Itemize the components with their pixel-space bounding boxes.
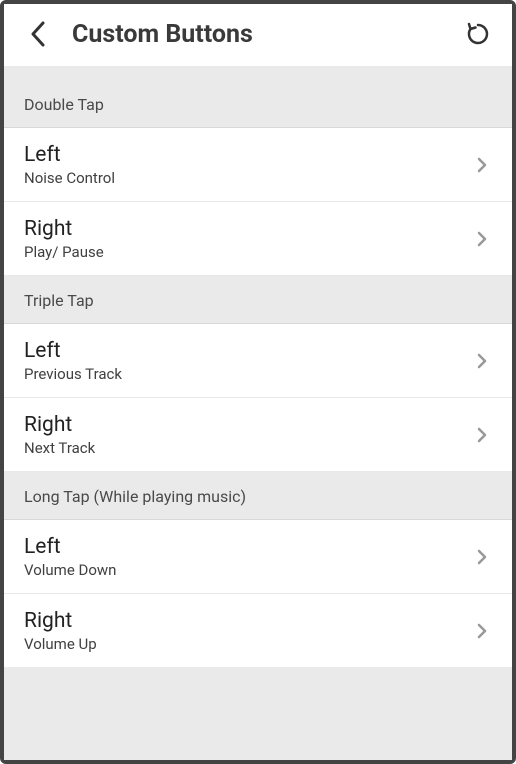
back-button[interactable]: [22, 18, 54, 50]
chevron-right-icon: [472, 547, 492, 567]
item-text: Right Play/ Pause: [24, 217, 472, 261]
item-long-tap-right[interactable]: Right Volume Up: [4, 594, 512, 667]
reset-button[interactable]: [462, 18, 494, 50]
item-long-tap-left[interactable]: Left Volume Down: [4, 520, 512, 594]
item-title: Right: [24, 609, 472, 633]
item-text: Left Noise Control: [24, 143, 472, 187]
item-double-tap-left[interactable]: Left Noise Control: [4, 128, 512, 202]
item-title: Left: [24, 339, 472, 363]
chevron-right-icon: [472, 425, 492, 445]
item-title: Left: [24, 535, 472, 559]
section-header-triple-tap: Triple Tap: [4, 276, 512, 324]
item-subtitle: Play/ Pause: [24, 243, 472, 261]
header: Custom Buttons: [4, 4, 512, 66]
item-subtitle: Next Track: [24, 439, 472, 457]
chevron-right-icon: [472, 621, 492, 641]
item-title: Right: [24, 413, 472, 437]
content: Double Tap Left Noise Control Right Play…: [4, 66, 512, 760]
item-text: Left Volume Down: [24, 535, 472, 579]
back-icon: [30, 21, 46, 47]
item-title: Right: [24, 217, 472, 241]
chevron-right-icon: [472, 229, 492, 249]
item-triple-tap-left[interactable]: Left Previous Track: [4, 324, 512, 398]
section-header-long-tap: Long Tap (While playing music): [4, 472, 512, 520]
item-triple-tap-right[interactable]: Right Next Track: [4, 398, 512, 472]
section-header-double-tap: Double Tap: [4, 80, 512, 128]
item-text: Left Previous Track: [24, 339, 472, 383]
page-title: Custom Buttons: [72, 20, 462, 49]
item-subtitle: Previous Track: [24, 365, 472, 383]
chevron-right-icon: [472, 351, 492, 371]
item-text: Right Next Track: [24, 413, 472, 457]
item-subtitle: Volume Down: [24, 561, 472, 579]
item-text: Right Volume Up: [24, 609, 472, 653]
spacer: [4, 66, 512, 80]
reset-icon: [465, 21, 491, 47]
item-subtitle: Noise Control: [24, 169, 472, 187]
item-subtitle: Volume Up: [24, 635, 472, 653]
item-title: Left: [24, 143, 472, 167]
item-double-tap-right[interactable]: Right Play/ Pause: [4, 202, 512, 276]
chevron-right-icon: [472, 155, 492, 175]
